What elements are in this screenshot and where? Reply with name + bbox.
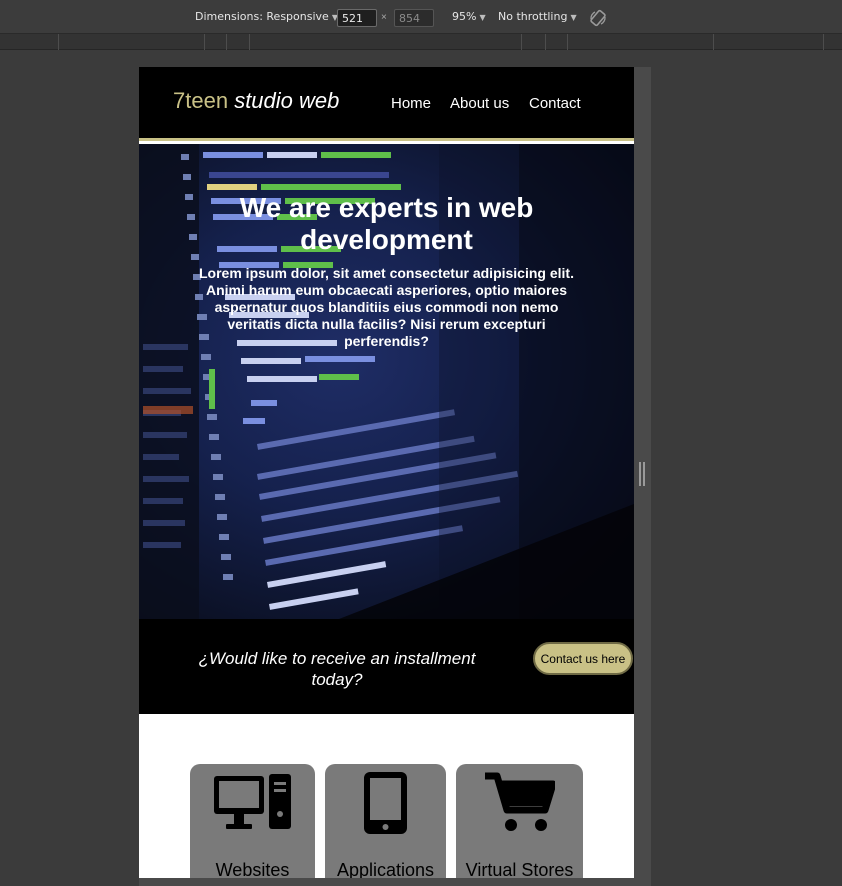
- devtools-device-toolbar: Dimensions: Responsive▼ × 95%▼ No thrott…: [0, 0, 842, 34]
- throttling-label: No throttling: [498, 10, 568, 23]
- rotate-icon[interactable]: [589, 9, 607, 27]
- zoom-dropdown[interactable]: 95% ▼: [452, 10, 486, 23]
- logo-brand: 7teen: [173, 88, 229, 113]
- hero-title: We are experts in web development: [239, 192, 534, 255]
- zoom-label: 95%: [452, 10, 477, 23]
- viewport-resize-handle[interactable]: [639, 462, 645, 486]
- dimensions-label: Dimensions: Responsive: [195, 10, 329, 23]
- dimensions-dropdown[interactable]: Dimensions: Responsive ▼: [195, 10, 338, 23]
- width-input[interactable]: [337, 9, 377, 27]
- hero-section: We are experts in web development Lorem …: [139, 144, 634, 619]
- dimension-separator: ×: [381, 12, 387, 23]
- nav-about-link[interactable]: About us: [450, 95, 509, 112]
- cta-question: ¿Would like to receive an installment to…: [198, 649, 476, 689]
- height-input[interactable]: [394, 9, 434, 27]
- site-logo[interactable]: 7teen studio web: [173, 88, 339, 114]
- services-section: Websites Applications Virtual Stores: [139, 714, 634, 878]
- nav-home-link[interactable]: Home: [391, 95, 431, 112]
- viewport-bottom-edge: [139, 878, 651, 886]
- service-title-websites: Websites: [215, 860, 290, 878]
- nav-contact-link[interactable]: Contact: [529, 95, 581, 112]
- throttling-dropdown[interactable]: No throttling ▼: [498, 10, 577, 23]
- service-title-virtual-stores: Virtual Stores: [465, 860, 574, 878]
- site-header: 7teen studio web Home About us Contact: [139, 67, 634, 141]
- media-query-ruler[interactable]: [0, 34, 842, 50]
- desktop-computer-icon: [214, 774, 291, 829]
- contact-us-button[interactable]: Contact us here: [533, 642, 633, 675]
- chevron-down-icon: ▼: [570, 13, 577, 22]
- logo-text: studio web: [234, 88, 340, 113]
- chevron-down-icon: ▼: [479, 13, 486, 22]
- hero-description: Lorem ipsum dolor, sit amet consectetur …: [199, 265, 574, 349]
- mobile-phone-icon: [364, 772, 407, 834]
- service-title-applications: Applications: [336, 860, 435, 878]
- service-card-virtual-stores[interactable]: Virtual Stores: [456, 764, 583, 878]
- emulated-viewport: 7teen studio web Home About us Contact W…: [139, 67, 634, 878]
- cta-band: ¿Would like to receive an installment to…: [139, 619, 634, 714]
- service-card-websites[interactable]: Websites: [190, 764, 315, 878]
- shopping-cart-icon: [485, 772, 555, 831]
- service-card-applications[interactable]: Applications: [325, 764, 446, 878]
